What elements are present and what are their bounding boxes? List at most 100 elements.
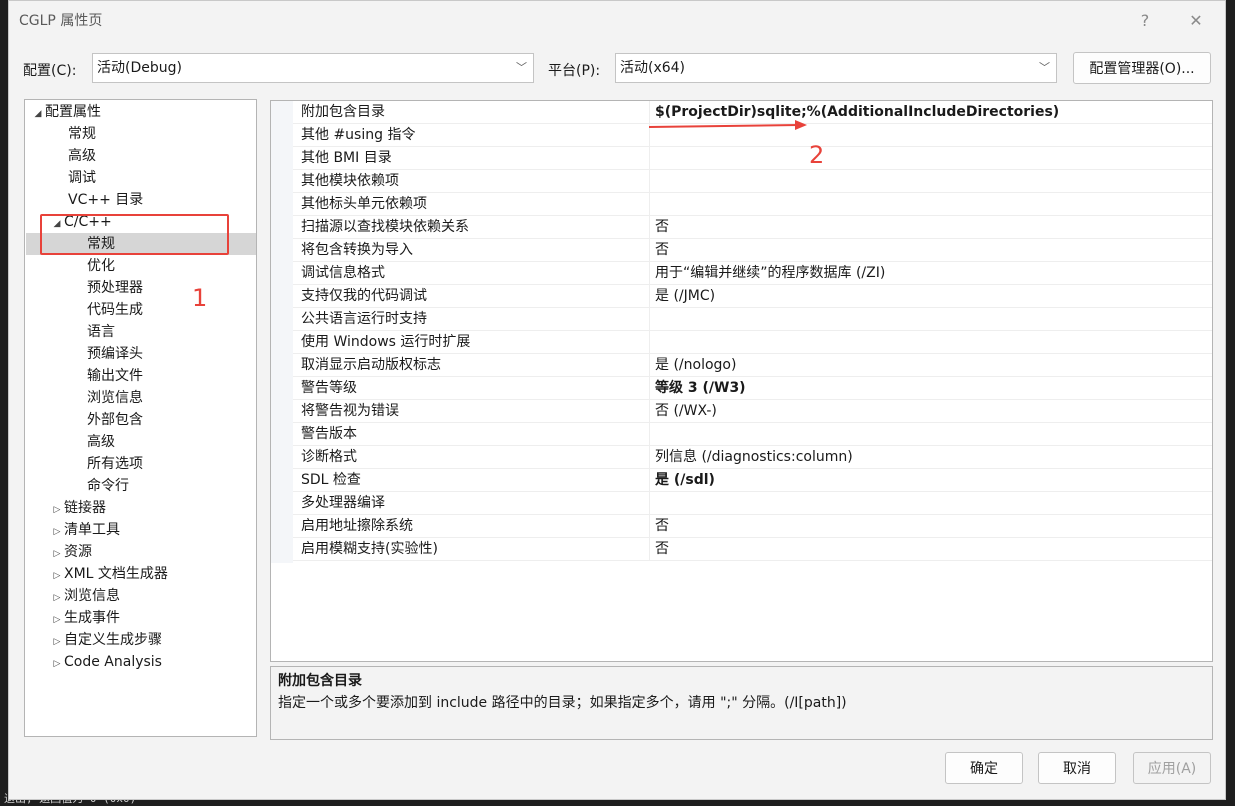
property-value[interactable]: [651, 193, 1211, 215]
collapsed-arrow-icon: ▷: [53, 593, 61, 603]
tree-item-cpp-optimization[interactable]: 优化: [87, 255, 115, 277]
tree-item-linker[interactable]: ▷ 链接器: [50, 497, 106, 519]
property-value[interactable]: [651, 492, 1211, 514]
description-title: 附加包含目录: [278, 673, 362, 689]
tree-item-cpp-codegen[interactable]: 代码生成: [87, 299, 143, 321]
property-name: 公共语言运行时支持: [293, 308, 650, 330]
property-value[interactable]: 是 (/sdl): [651, 469, 1211, 491]
property-value[interactable]: 用于“编辑并继续”的程序数据库 (/ZI): [651, 262, 1211, 284]
property-value[interactable]: 否: [651, 538, 1211, 560]
property-value[interactable]: 否 (/WX-): [651, 400, 1211, 422]
tree-item-vc-directories[interactable]: VC++ 目录: [68, 189, 143, 211]
platform-select[interactable]: 活动(x64) ﹀: [615, 53, 1057, 83]
description-text: 指定一个或多个要添加到 include 路径中的目录；如果指定多个，请用 ";"…: [278, 695, 847, 711]
property-value[interactable]: [651, 423, 1211, 445]
property-row[interactable]: 警告等级 等级 3 (/W3): [293, 377, 1212, 400]
tree-item-cpp-pch[interactable]: 预编译头: [87, 343, 143, 365]
property-name: 其他 #using 指令: [293, 124, 650, 146]
tree-item-cpp-preprocessor[interactable]: 预处理器: [87, 277, 143, 299]
tree-item-cpp-all-options[interactable]: 所有选项: [87, 453, 143, 475]
tree-item-xml-doc[interactable]: ▷ XML 文档生成器: [50, 563, 168, 585]
property-row[interactable]: 警告版本: [293, 423, 1212, 446]
property-name: 调试信息格式: [293, 262, 650, 284]
collapsed-arrow-icon: ▷: [53, 659, 61, 669]
config-manager-button[interactable]: 配置管理器(O)...: [1073, 52, 1211, 84]
help-icon[interactable]: ?: [1134, 9, 1156, 31]
collapsed-arrow-icon: ▷: [53, 637, 61, 647]
property-row[interactable]: SDL 检查是 (/sdl): [293, 469, 1212, 492]
property-value[interactable]: 是 (/JMC): [651, 285, 1211, 307]
property-row[interactable]: 取消显示启动版权标志是 (/nologo): [293, 354, 1212, 377]
tree-item-debugging[interactable]: 调试: [68, 167, 96, 189]
property-row[interactable]: 支持仅我的代码调试是 (/JMC): [293, 285, 1212, 308]
tree-item-general[interactable]: 常规: [68, 123, 96, 145]
property-name: 其他模块依赖项: [293, 170, 650, 192]
property-row[interactable]: 其他 BMI 目录: [293, 147, 1212, 170]
tree-item-cpp-advanced[interactable]: 高级: [87, 431, 115, 453]
property-row[interactable]: 使用 Windows 运行时扩展: [293, 331, 1212, 354]
property-name: 使用 Windows 运行时扩展: [293, 331, 650, 353]
chevron-down-icon: ﹀: [1039, 61, 1050, 74]
property-name: 其他 BMI 目录: [293, 147, 650, 169]
property-row[interactable]: 公共语言运行时支持: [293, 308, 1212, 331]
property-value[interactable]: 列信息 (/diagnostics:column): [651, 446, 1211, 468]
property-row[interactable]: 诊断格式 列信息 (/diagnostics:column): [293, 446, 1212, 469]
property-value[interactable]: 否: [651, 216, 1211, 238]
property-row[interactable]: 启用地址擦除系统否: [293, 515, 1212, 538]
apply-button[interactable]: 应用(A): [1133, 752, 1211, 784]
property-name: 将包含转换为导入: [293, 239, 650, 261]
property-name: 支持仅我的代码调试: [293, 285, 650, 307]
tree-item-code-analysis[interactable]: ▷ Code Analysis: [50, 651, 162, 673]
cancel-button[interactable]: 取消: [1038, 752, 1116, 784]
property-value[interactable]: 等级 3 (/W3): [651, 377, 1211, 399]
config-value: 活动(Debug): [97, 60, 182, 76]
ok-button[interactable]: 确定: [945, 752, 1023, 784]
property-value[interactable]: [651, 147, 1211, 169]
property-name: 取消显示启动版权标志: [293, 354, 650, 376]
property-value[interactable]: [651, 308, 1211, 330]
tree-item-cpp-external[interactable]: 外部包含: [87, 409, 143, 431]
tree-item-browse-info[interactable]: ▷ 浏览信息: [50, 585, 120, 607]
property-value[interactable]: 是 (/nologo): [651, 354, 1211, 376]
property-value[interactable]: [651, 170, 1211, 192]
property-value[interactable]: 否: [651, 515, 1211, 537]
property-name: 扫描源以查找模块依赖关系: [293, 216, 650, 238]
property-row[interactable]: 启用模糊支持(实验性) 否: [293, 538, 1212, 561]
property-row[interactable]: 其他标头单元依赖项: [293, 193, 1212, 216]
close-icon[interactable]: ✕: [1185, 9, 1207, 31]
annotation-box-1: [40, 214, 229, 255]
property-name: 附加包含目录: [293, 101, 650, 123]
tree-item-build-events[interactable]: ▷ 生成事件: [50, 607, 120, 629]
property-row[interactable]: 其他模块依赖项: [293, 170, 1212, 193]
title-bar: CGLP 属性页 ? ✕: [9, 1, 1225, 39]
tree-item-cpp-command-line[interactable]: 命令行: [87, 475, 129, 497]
property-name: 启用地址擦除系统: [293, 515, 650, 537]
tree-item-manifest[interactable]: ▷ 清单工具: [50, 519, 120, 541]
property-row[interactable]: 调试信息格式 用于“编辑并继续”的程序数据库 (/ZI): [293, 262, 1212, 285]
property-grid[interactable]: 附加包含目录 $(ProjectDir)sqlite;%(AdditionalIn…: [270, 100, 1213, 662]
config-label: 配置(C):: [23, 63, 77, 79]
property-row[interactable]: 多处理器编译: [293, 492, 1212, 515]
tree-item-cpp-language[interactable]: 语言: [87, 321, 115, 343]
tree-item-custom-build[interactable]: ▷ 自定义生成步骤: [50, 629, 162, 651]
tree-root[interactable]: ◢ 配置属性: [31, 101, 101, 123]
tree-item-cpp-browse[interactable]: 浏览信息: [87, 387, 143, 409]
property-name: SDL 检查: [293, 469, 650, 491]
property-name: 警告等级: [293, 377, 650, 399]
property-name: 警告版本: [293, 423, 650, 445]
property-name: 诊断格式: [293, 446, 650, 468]
property-row[interactable]: 将包含转换为导入否: [293, 239, 1212, 262]
property-row[interactable]: 扫描源以查找模块依赖关系否: [293, 216, 1212, 239]
expanded-arrow-icon: ◢: [34, 109, 42, 119]
tree-item-cpp-output[interactable]: 输出文件: [87, 365, 143, 387]
window-title: CGLP 属性页: [19, 13, 103, 29]
config-select[interactable]: 活动(Debug) ﹀: [92, 53, 534, 83]
description-panel: 附加包含目录 指定一个或多个要添加到 include 路径中的目录；如果指定多个…: [270, 666, 1213, 740]
property-row[interactable]: 将警告视为错误否 (/WX-): [293, 400, 1212, 423]
collapsed-arrow-icon: ▷: [53, 505, 61, 515]
property-value[interactable]: 否: [651, 239, 1211, 261]
tree-item-resources[interactable]: ▷ 资源: [50, 541, 92, 563]
property-tree[interactable]: ◢ 配置属性 常规 高级 调试 VC++ 目录 ◢ C/C++ 常规 优化 预处理器…: [24, 99, 257, 737]
property-value[interactable]: [651, 331, 1211, 353]
tree-item-advanced[interactable]: 高级: [68, 145, 96, 167]
